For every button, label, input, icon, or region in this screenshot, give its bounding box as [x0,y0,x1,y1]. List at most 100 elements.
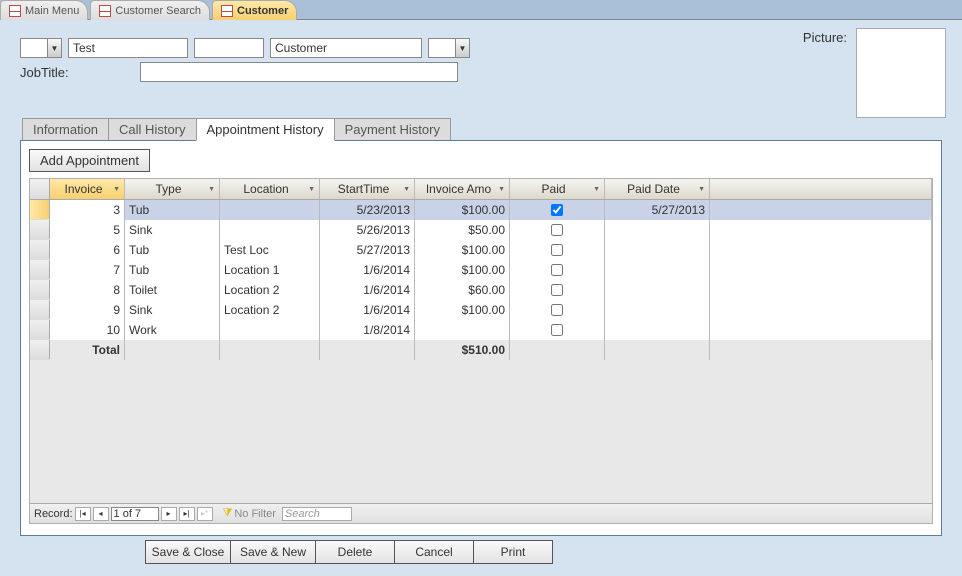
add-appointment-button[interactable]: Add Appointment [29,149,150,172]
col-header-location[interactable]: Location▼ [220,179,320,199]
nav-next-button[interactable]: ▸ [161,507,177,521]
cell-type[interactable]: Sink [125,300,220,320]
col-header-starttime[interactable]: StartTime▼ [320,179,415,199]
paid-checkbox[interactable] [551,224,563,236]
row-selector[interactable] [30,220,50,239]
cell-location[interactable]: Location 2 [220,300,320,320]
cell-type[interactable]: Tub [125,260,220,280]
row-selector[interactable] [30,280,50,299]
cell-paid[interactable] [510,260,605,280]
paid-checkbox[interactable] [551,264,563,276]
cell-location[interactable] [220,320,320,340]
table-row[interactable]: 8ToiletLocation 21/6/2014$60.00 [30,280,932,300]
tab-appointment-history[interactable]: Appointment History [196,118,335,141]
tab-information[interactable]: Information [22,118,109,141]
cell-paid[interactable] [510,240,605,260]
cell-location[interactable]: Location 2 [220,280,320,300]
cell-paid-date[interactable] [605,300,710,320]
cell-invoice-amt[interactable]: $100.00 [415,260,510,280]
nav-prev-button[interactable]: ◂ [93,507,109,521]
record-position[interactable]: 1 of 7 [111,507,159,521]
cell-invoice[interactable]: 6 [50,240,125,260]
col-header-invoice-amt[interactable]: Invoice Amo▼ [415,179,510,199]
nav-last-button[interactable]: ▸| [179,507,195,521]
cell-invoice-amt[interactable]: $50.00 [415,220,510,240]
cell-invoice[interactable]: 7 [50,260,125,280]
cell-invoice-amt[interactable]: $60.00 [415,280,510,300]
search-input[interactable]: Search [282,507,352,521]
nav-first-button[interactable]: |◂ [75,507,91,521]
table-row[interactable]: 10Work1/8/2014 [30,320,932,340]
cell-starttime[interactable]: 1/6/2014 [320,300,415,320]
row-selector[interactable] [30,320,50,339]
cell-type[interactable]: Sink [125,220,220,240]
row-selector[interactable] [30,260,50,279]
cell-location[interactable]: Location 1 [220,260,320,280]
cell-invoice-amt[interactable]: $100.00 [415,300,510,320]
table-row[interactable]: 7TubLocation 11/6/2014$100.00 [30,260,932,280]
cell-type[interactable]: Tub [125,240,220,260]
nav-new-button[interactable]: ▸* [197,507,213,521]
table-row[interactable]: 6TubTest Loc5/27/2013$100.00 [30,240,932,260]
middle-name-field[interactable] [194,38,264,58]
tab-call-history[interactable]: Call History [108,118,196,141]
cell-paid-date[interactable] [605,220,710,240]
window-tab-customer-search[interactable]: Customer Search [90,0,210,20]
cancel-button[interactable]: Cancel [394,540,474,564]
filter-indicator[interactable]: ⧩No Filter [223,507,276,520]
cell-starttime[interactable]: 1/6/2014 [320,280,415,300]
paid-checkbox[interactable] [551,284,563,296]
table-row[interactable]: 5Sink 5/26/2013$50.00 [30,220,932,240]
window-tab-customer[interactable]: Customer [212,0,297,20]
cell-starttime[interactable]: 5/27/2013 [320,240,415,260]
cell-invoice[interactable]: 3 [50,200,125,220]
cell-paid[interactable] [510,300,605,320]
cell-starttime[interactable]: 1/6/2014 [320,260,415,280]
cell-location[interactable]: Test Loc [220,240,320,260]
cell-invoice-amt[interactable] [415,320,510,340]
row-selector[interactable] [30,200,50,219]
paid-checkbox[interactable] [551,244,563,256]
first-name-field[interactable]: Test [68,38,188,58]
jobtitle-field[interactable] [140,62,458,82]
tab-payment-history[interactable]: Payment History [334,118,451,141]
cell-paid[interactable] [510,280,605,300]
cell-paid-date[interactable]: 5/27/2013 [605,200,710,220]
suffix-dropdown[interactable]: ▼ [428,38,470,58]
title-dropdown[interactable]: ▼ [20,38,62,58]
cell-paid-date[interactable] [605,240,710,260]
delete-button[interactable]: Delete [315,540,395,564]
cell-invoice[interactable]: 9 [50,300,125,320]
last-name-field[interactable]: Customer [270,38,422,58]
window-tab-main-menu[interactable]: Main Menu [0,0,88,20]
col-header-invoice[interactable]: Invoice▼ [50,179,125,199]
select-all-handle[interactable] [30,179,50,199]
cell-paid[interactable] [510,200,605,220]
cell-invoice-amt[interactable]: $100.00 [415,240,510,260]
cell-starttime[interactable]: 1/8/2014 [320,320,415,340]
row-selector[interactable] [30,240,50,259]
cell-type[interactable]: Tub [125,200,220,220]
col-header-paid-date[interactable]: Paid Date▼ [605,179,710,199]
cell-paid-date[interactable] [605,260,710,280]
cell-paid-date[interactable] [605,320,710,340]
paid-checkbox[interactable] [551,204,563,216]
table-row[interactable]: 9SinkLocation 21/6/2014$100.00 [30,300,932,320]
cell-invoice-amt[interactable]: $100.00 [415,200,510,220]
cell-location[interactable] [220,200,320,220]
cell-paid[interactable] [510,320,605,340]
cell-starttime[interactable]: 5/23/2013 [320,200,415,220]
paid-checkbox[interactable] [551,304,563,316]
cell-invoice[interactable]: 5 [50,220,125,240]
cell-location[interactable] [220,220,320,240]
save-new-button[interactable]: Save & New [230,540,316,564]
paid-checkbox[interactable] [551,324,563,336]
cell-invoice[interactable]: 8 [50,280,125,300]
picture-box[interactable] [856,28,946,118]
cell-paid-date[interactable] [605,280,710,300]
cell-starttime[interactable]: 5/26/2013 [320,220,415,240]
col-header-type[interactable]: Type▼ [125,179,220,199]
row-selector[interactable] [30,300,50,319]
col-header-paid[interactable]: Paid▼ [510,179,605,199]
cell-type[interactable]: Toilet [125,280,220,300]
